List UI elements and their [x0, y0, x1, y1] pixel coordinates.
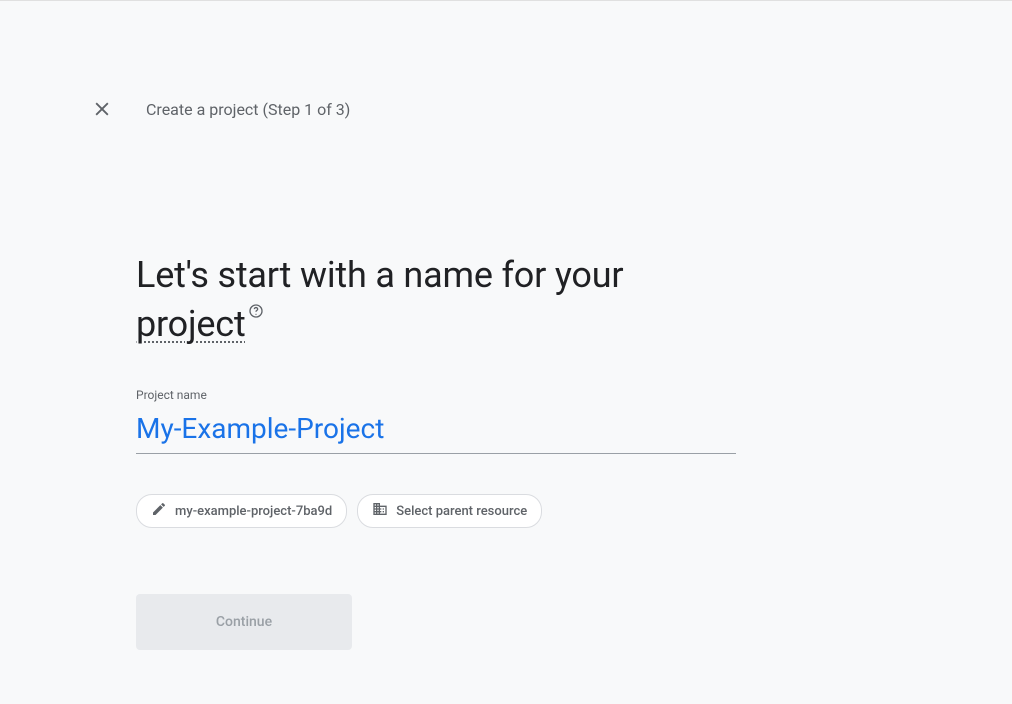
- parent-resource-chip[interactable]: Select parent resource: [357, 494, 542, 528]
- project-name-label: Project name: [136, 388, 736, 402]
- page-heading: Let's start with a name for your project: [136, 251, 736, 348]
- project-name-input[interactable]: [136, 406, 736, 454]
- pencil-icon: [151, 501, 167, 521]
- help-icon[interactable]: [248, 303, 264, 325]
- organization-icon: [372, 501, 388, 521]
- parent-resource-chip-label: Select parent resource: [396, 504, 527, 519]
- project-id-chip-label: my-example-project-7ba9d: [175, 504, 332, 519]
- step-title: Create a project (Step 1 of 3): [146, 100, 350, 119]
- heading-prefix: Let's start with a name for your: [136, 254, 623, 296]
- project-id-chip[interactable]: my-example-project-7ba9d: [136, 494, 347, 528]
- close-icon[interactable]: [90, 97, 114, 121]
- heading-underlined-term[interactable]: project: [136, 303, 246, 345]
- continue-button[interactable]: Continue: [136, 594, 352, 650]
